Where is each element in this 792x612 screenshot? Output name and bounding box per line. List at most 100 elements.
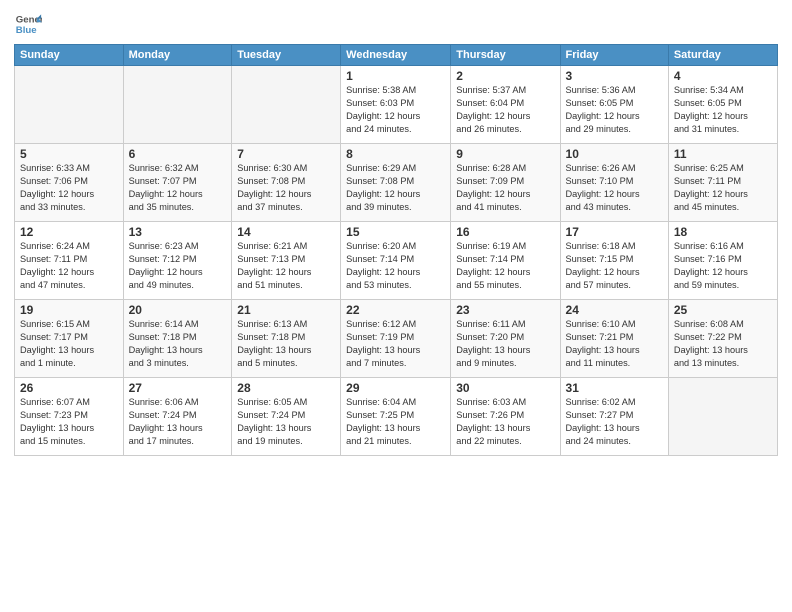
day-info: Sunrise: 6:26 AM Sunset: 7:10 PM Dayligh… — [566, 162, 663, 214]
day-number: 21 — [237, 303, 335, 317]
day-info: Sunrise: 6:18 AM Sunset: 7:15 PM Dayligh… — [566, 240, 663, 292]
day-number: 3 — [566, 69, 663, 83]
day-cell-14: 14Sunrise: 6:21 AM Sunset: 7:13 PM Dayli… — [232, 222, 341, 300]
day-info: Sunrise: 5:36 AM Sunset: 6:05 PM Dayligh… — [566, 84, 663, 136]
day-cell-23: 23Sunrise: 6:11 AM Sunset: 7:20 PM Dayli… — [451, 300, 560, 378]
empty-cell — [668, 378, 777, 456]
day-cell-8: 8Sunrise: 6:29 AM Sunset: 7:08 PM Daylig… — [341, 144, 451, 222]
col-header-tuesday: Tuesday — [232, 45, 341, 66]
day-number: 18 — [674, 225, 772, 239]
col-header-saturday: Saturday — [668, 45, 777, 66]
day-info: Sunrise: 6:19 AM Sunset: 7:14 PM Dayligh… — [456, 240, 554, 292]
col-header-wednesday: Wednesday — [341, 45, 451, 66]
day-number: 8 — [346, 147, 445, 161]
day-number: 31 — [566, 381, 663, 395]
day-number: 23 — [456, 303, 554, 317]
day-cell-13: 13Sunrise: 6:23 AM Sunset: 7:12 PM Dayli… — [123, 222, 232, 300]
day-number: 15 — [346, 225, 445, 239]
day-cell-1: 1Sunrise: 5:38 AM Sunset: 6:03 PM Daylig… — [341, 66, 451, 144]
day-cell-31: 31Sunrise: 6:02 AM Sunset: 7:27 PM Dayli… — [560, 378, 668, 456]
logo-icon: General Blue — [14, 10, 42, 38]
day-info: Sunrise: 6:06 AM Sunset: 7:24 PM Dayligh… — [129, 396, 227, 448]
week-row-1: 1Sunrise: 5:38 AM Sunset: 6:03 PM Daylig… — [15, 66, 778, 144]
day-info: Sunrise: 6:30 AM Sunset: 7:08 PM Dayligh… — [237, 162, 335, 214]
day-number: 13 — [129, 225, 227, 239]
logo: General Blue — [14, 10, 42, 38]
day-number: 6 — [129, 147, 227, 161]
day-number: 30 — [456, 381, 554, 395]
calendar-header-row: SundayMondayTuesdayWednesdayThursdayFrid… — [15, 45, 778, 66]
day-cell-12: 12Sunrise: 6:24 AM Sunset: 7:11 PM Dayli… — [15, 222, 124, 300]
day-info: Sunrise: 6:21 AM Sunset: 7:13 PM Dayligh… — [237, 240, 335, 292]
day-cell-4: 4Sunrise: 5:34 AM Sunset: 6:05 PM Daylig… — [668, 66, 777, 144]
day-cell-10: 10Sunrise: 6:26 AM Sunset: 7:10 PM Dayli… — [560, 144, 668, 222]
day-info: Sunrise: 6:15 AM Sunset: 7:17 PM Dayligh… — [20, 318, 118, 370]
week-row-4: 19Sunrise: 6:15 AM Sunset: 7:17 PM Dayli… — [15, 300, 778, 378]
day-cell-11: 11Sunrise: 6:25 AM Sunset: 7:11 PM Dayli… — [668, 144, 777, 222]
day-info: Sunrise: 6:05 AM Sunset: 7:24 PM Dayligh… — [237, 396, 335, 448]
day-number: 1 — [346, 69, 445, 83]
calendar-table: SundayMondayTuesdayWednesdayThursdayFrid… — [14, 44, 778, 456]
empty-cell — [15, 66, 124, 144]
day-info: Sunrise: 6:03 AM Sunset: 7:26 PM Dayligh… — [456, 396, 554, 448]
day-info: Sunrise: 6:14 AM Sunset: 7:18 PM Dayligh… — [129, 318, 227, 370]
day-info: Sunrise: 6:11 AM Sunset: 7:20 PM Dayligh… — [456, 318, 554, 370]
day-info: Sunrise: 6:07 AM Sunset: 7:23 PM Dayligh… — [20, 396, 118, 448]
day-info: Sunrise: 6:20 AM Sunset: 7:14 PM Dayligh… — [346, 240, 445, 292]
day-number: 4 — [674, 69, 772, 83]
empty-cell — [123, 66, 232, 144]
day-info: Sunrise: 6:04 AM Sunset: 7:25 PM Dayligh… — [346, 396, 445, 448]
day-cell-19: 19Sunrise: 6:15 AM Sunset: 7:17 PM Dayli… — [15, 300, 124, 378]
day-info: Sunrise: 6:13 AM Sunset: 7:18 PM Dayligh… — [237, 318, 335, 370]
empty-cell — [232, 66, 341, 144]
day-info: Sunrise: 6:12 AM Sunset: 7:19 PM Dayligh… — [346, 318, 445, 370]
day-cell-5: 5Sunrise: 6:33 AM Sunset: 7:06 PM Daylig… — [15, 144, 124, 222]
day-info: Sunrise: 6:16 AM Sunset: 7:16 PM Dayligh… — [674, 240, 772, 292]
day-number: 16 — [456, 225, 554, 239]
day-cell-15: 15Sunrise: 6:20 AM Sunset: 7:14 PM Dayli… — [341, 222, 451, 300]
day-info: Sunrise: 6:33 AM Sunset: 7:06 PM Dayligh… — [20, 162, 118, 214]
day-cell-30: 30Sunrise: 6:03 AM Sunset: 7:26 PM Dayli… — [451, 378, 560, 456]
day-number: 10 — [566, 147, 663, 161]
day-number: 7 — [237, 147, 335, 161]
day-cell-24: 24Sunrise: 6:10 AM Sunset: 7:21 PM Dayli… — [560, 300, 668, 378]
day-number: 12 — [20, 225, 118, 239]
day-number: 5 — [20, 147, 118, 161]
day-info: Sunrise: 6:24 AM Sunset: 7:11 PM Dayligh… — [20, 240, 118, 292]
day-number: 2 — [456, 69, 554, 83]
day-cell-16: 16Sunrise: 6:19 AM Sunset: 7:14 PM Dayli… — [451, 222, 560, 300]
week-row-3: 12Sunrise: 6:24 AM Sunset: 7:11 PM Dayli… — [15, 222, 778, 300]
col-header-monday: Monday — [123, 45, 232, 66]
day-info: Sunrise: 6:02 AM Sunset: 7:27 PM Dayligh… — [566, 396, 663, 448]
day-info: Sunrise: 5:37 AM Sunset: 6:04 PM Dayligh… — [456, 84, 554, 136]
day-info: Sunrise: 6:28 AM Sunset: 7:09 PM Dayligh… — [456, 162, 554, 214]
day-cell-2: 2Sunrise: 5:37 AM Sunset: 6:04 PM Daylig… — [451, 66, 560, 144]
col-header-sunday: Sunday — [15, 45, 124, 66]
day-cell-27: 27Sunrise: 6:06 AM Sunset: 7:24 PM Dayli… — [123, 378, 232, 456]
day-info: Sunrise: 6:23 AM Sunset: 7:12 PM Dayligh… — [129, 240, 227, 292]
page-header: General Blue — [14, 10, 778, 38]
day-cell-21: 21Sunrise: 6:13 AM Sunset: 7:18 PM Dayli… — [232, 300, 341, 378]
day-number: 29 — [346, 381, 445, 395]
col-header-thursday: Thursday — [451, 45, 560, 66]
week-row-5: 26Sunrise: 6:07 AM Sunset: 7:23 PM Dayli… — [15, 378, 778, 456]
day-cell-7: 7Sunrise: 6:30 AM Sunset: 7:08 PM Daylig… — [232, 144, 341, 222]
day-number: 9 — [456, 147, 554, 161]
day-cell-3: 3Sunrise: 5:36 AM Sunset: 6:05 PM Daylig… — [560, 66, 668, 144]
day-info: Sunrise: 5:34 AM Sunset: 6:05 PM Dayligh… — [674, 84, 772, 136]
day-number: 22 — [346, 303, 445, 317]
day-cell-18: 18Sunrise: 6:16 AM Sunset: 7:16 PM Dayli… — [668, 222, 777, 300]
col-header-friday: Friday — [560, 45, 668, 66]
day-cell-9: 9Sunrise: 6:28 AM Sunset: 7:09 PM Daylig… — [451, 144, 560, 222]
day-cell-28: 28Sunrise: 6:05 AM Sunset: 7:24 PM Dayli… — [232, 378, 341, 456]
day-info: Sunrise: 6:29 AM Sunset: 7:08 PM Dayligh… — [346, 162, 445, 214]
day-cell-29: 29Sunrise: 6:04 AM Sunset: 7:25 PM Dayli… — [341, 378, 451, 456]
day-number: 19 — [20, 303, 118, 317]
day-cell-26: 26Sunrise: 6:07 AM Sunset: 7:23 PM Dayli… — [15, 378, 124, 456]
week-row-2: 5Sunrise: 6:33 AM Sunset: 7:06 PM Daylig… — [15, 144, 778, 222]
day-number: 25 — [674, 303, 772, 317]
day-number: 28 — [237, 381, 335, 395]
day-number: 27 — [129, 381, 227, 395]
day-cell-25: 25Sunrise: 6:08 AM Sunset: 7:22 PM Dayli… — [668, 300, 777, 378]
day-number: 11 — [674, 147, 772, 161]
